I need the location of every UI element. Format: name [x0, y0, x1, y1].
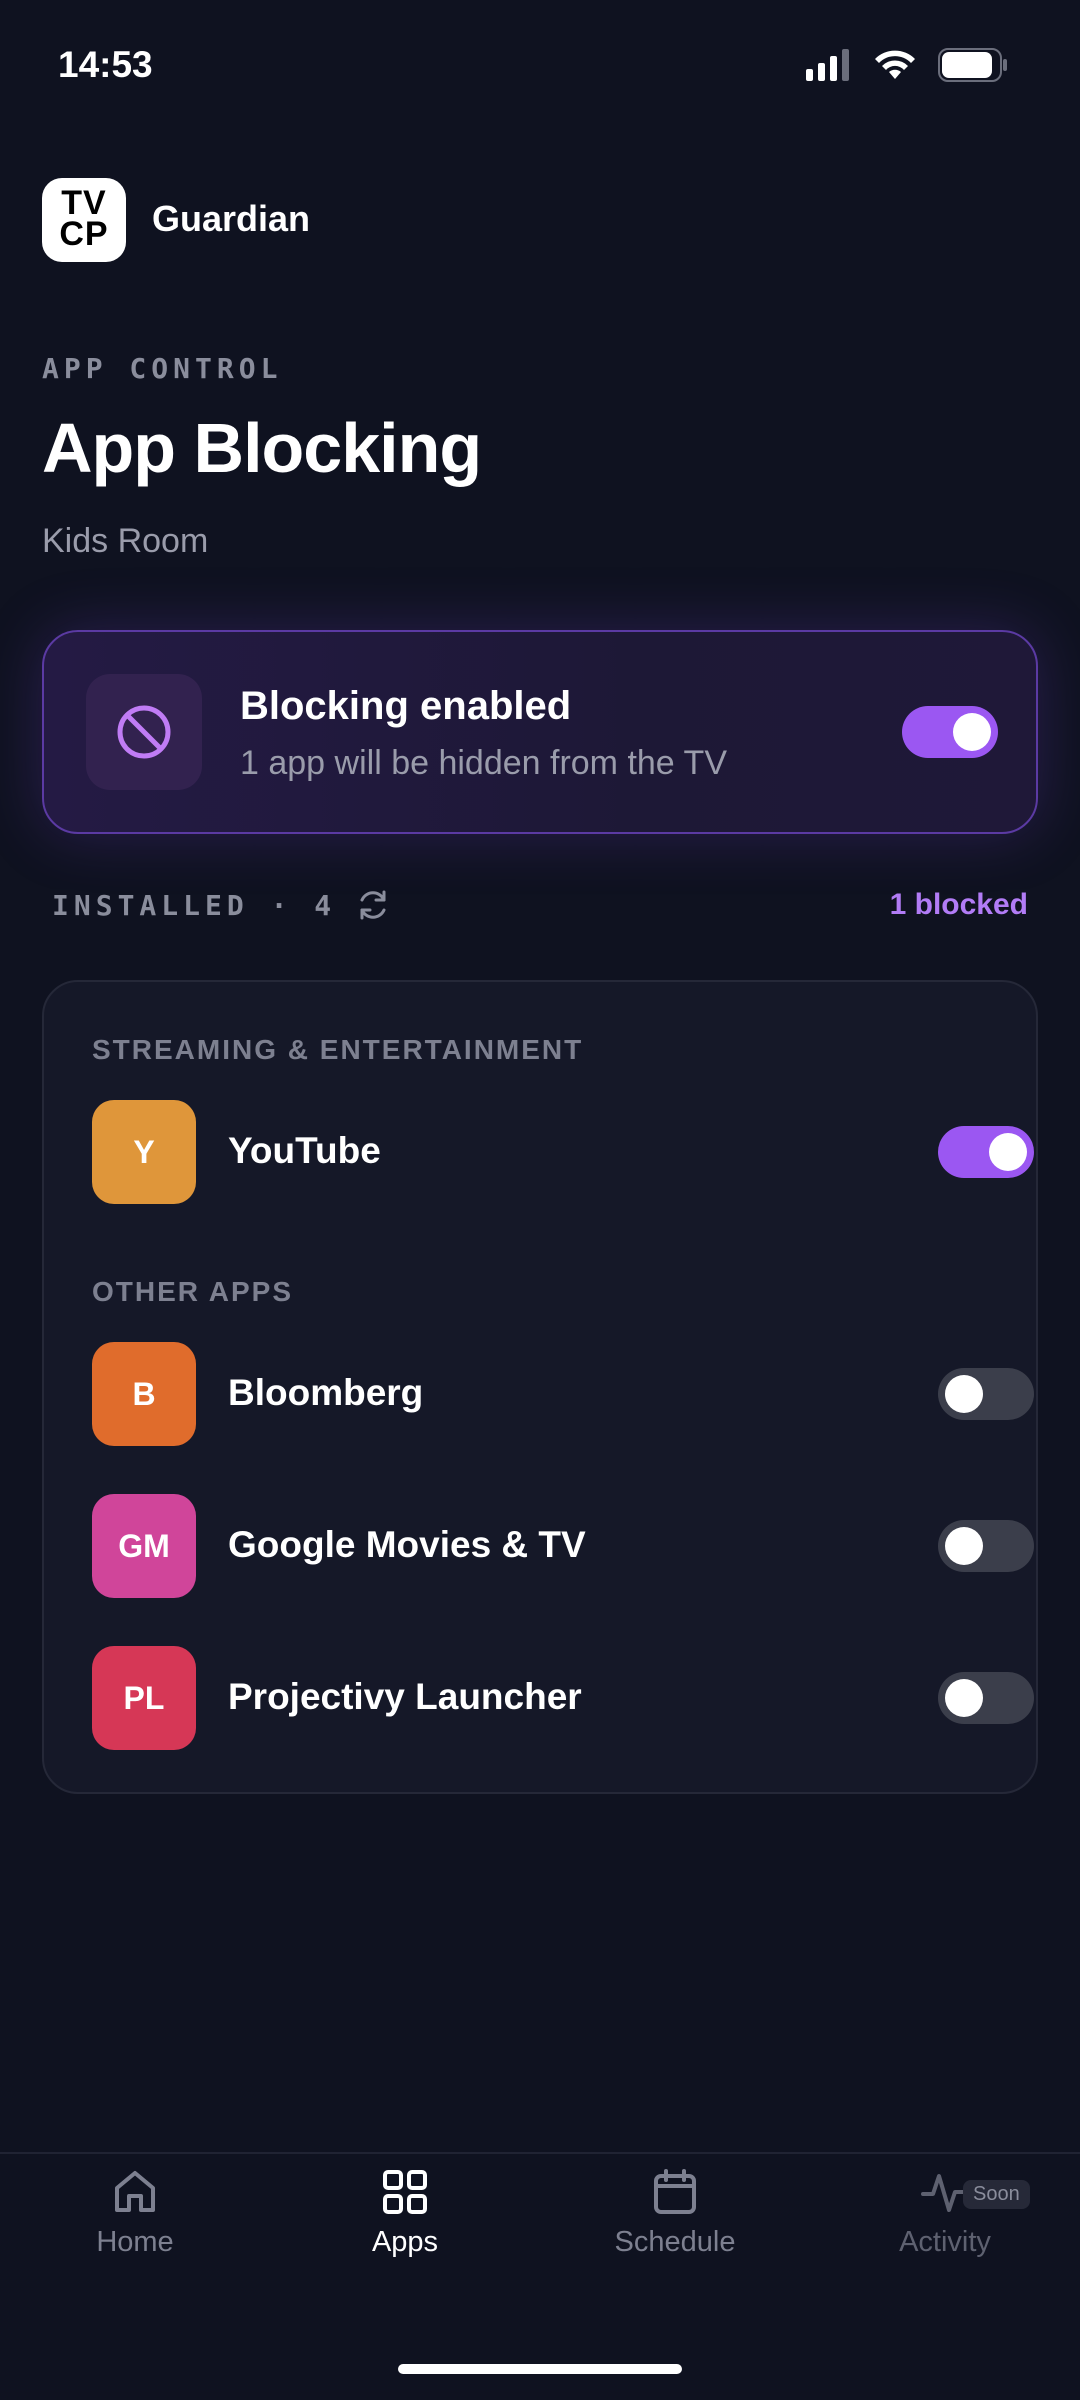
- app-name-label: Google Movies & TV: [228, 1524, 586, 1565]
- toggle-knob: [945, 1375, 983, 1413]
- app-avatar: PL: [92, 1646, 196, 1750]
- home-indicator[interactable]: [398, 2364, 682, 2374]
- soon-badge: Soon: [963, 2180, 1030, 2209]
- app-logo: TV CP: [42, 178, 126, 262]
- installed-count-label: INSTALLED · 4: [52, 888, 337, 922]
- blocking-status-card: Blocking enabled 1 app will be hidden fr…: [42, 630, 1038, 834]
- block-toggle-youtube[interactable]: [938, 1126, 1034, 1178]
- app-row-bloomberg: B Bloomberg: [92, 1342, 1034, 1446]
- tab-label: Home: [96, 2226, 174, 2258]
- block-toggle-google-movies[interactable]: [938, 1520, 1034, 1572]
- page-title: App Blocking: [42, 409, 482, 487]
- tab-label: Schedule: [614, 2226, 736, 2258]
- status-icons: [806, 48, 1008, 82]
- tab-schedule[interactable]: Schedule: [565, 2168, 785, 2259]
- status-time: 14:53: [58, 44, 153, 85]
- logo-text-line2: CP: [59, 215, 109, 253]
- block-icon: [117, 705, 171, 759]
- device-name: Kids Room: [42, 522, 209, 560]
- blocking-title: Blocking enabled: [240, 684, 572, 728]
- app-name-label: Projectivy Launcher: [228, 1676, 582, 1717]
- battery-icon: [938, 48, 1007, 82]
- grid-icon: [383, 2170, 427, 2214]
- app-blocking-screen: 14:53 TV CP Guardian APP CONTROL App Blo…: [0, 0, 1080, 2400]
- calendar-icon: [654, 2169, 696, 2214]
- refresh-icon[interactable]: [356, 888, 390, 922]
- page-eyebrow: APP CONTROL: [42, 352, 283, 385]
- activity-icon: [921, 2174, 969, 2212]
- tab-label: Apps: [371, 2226, 439, 2258]
- app-avatar: GM: [92, 1494, 196, 1598]
- app-avatar: Y: [92, 1100, 196, 1204]
- apps-list-card: STREAMING & ENTERTAINMENT Y YouTube OTHE…: [42, 980, 1038, 1794]
- app-name-label: Bloomberg: [228, 1372, 424, 1413]
- installed-header: INSTALLED · 4: [52, 888, 390, 922]
- block-toggle-projectivy[interactable]: [938, 1672, 1034, 1724]
- bottom-tab-bar: Home Apps Schedule Activity Soon: [0, 2152, 1080, 2400]
- blocking-description: 1 app will be hidden from the TV: [240, 744, 727, 782]
- home-icon: [115, 2171, 155, 2212]
- toggle-knob: [945, 1679, 983, 1717]
- app-row-google-movies: GM Google Movies & TV: [92, 1494, 1034, 1598]
- app-row-projectivy: PL Projectivy Launcher: [92, 1646, 1034, 1750]
- toggle-knob: [953, 713, 991, 751]
- app-name: Guardian: [152, 198, 311, 239]
- tab-apps[interactable]: Apps: [295, 2168, 515, 2259]
- app-row-youtube: Y YouTube: [92, 1100, 1034, 1204]
- block-toggle-bloomberg[interactable]: [938, 1368, 1034, 1420]
- toggle-knob: [989, 1133, 1027, 1171]
- wifi-icon: [875, 50, 915, 79]
- tab-activity[interactable]: Activity Soon: [835, 2168, 1055, 2259]
- block-icon-container: [86, 674, 202, 790]
- app-name-label: YouTube: [228, 1130, 381, 1171]
- tab-label: Activity: [899, 2226, 991, 2258]
- section-label-other: OTHER APPS: [92, 1276, 293, 1307]
- cellular-signal-icon: [806, 49, 849, 81]
- blocking-enabled-toggle[interactable]: [902, 706, 998, 758]
- section-label-streaming: STREAMING & ENTERTAINMENT: [92, 1034, 584, 1065]
- app-avatar: B: [92, 1342, 196, 1446]
- tab-home[interactable]: Home: [25, 2168, 245, 2259]
- toggle-knob: [945, 1527, 983, 1565]
- blocked-count: 1 blocked: [889, 888, 1028, 921]
